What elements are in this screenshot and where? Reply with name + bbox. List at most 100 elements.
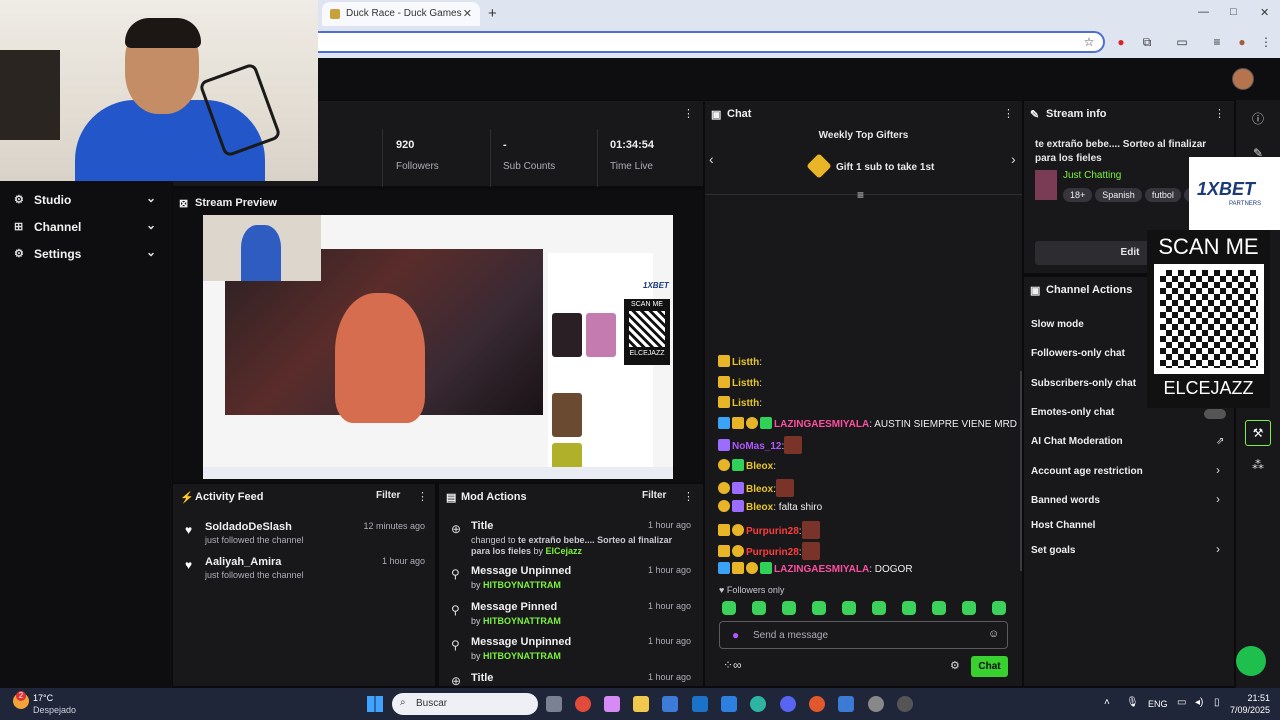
streamer-name: ELCEJAZZ — [1163, 378, 1254, 398]
external-link-icon[interactable]: ⇗ — [1216, 436, 1224, 447]
stat-sub-counts: - Sub Counts — [491, 129, 598, 187]
stream-preview-video[interactable]: SCAN ME ELCEJAZZ 1XBET — [203, 215, 673, 479]
stream-info-header: ✎ Stream info — [1024, 101, 1234, 127]
info-icon[interactable]: ⓘ — [1250, 110, 1266, 126]
list-item[interactable]: ♥ Aaliyah_Amira just followed the channe… — [173, 555, 435, 589]
task-view-icon[interactable] — [546, 696, 562, 712]
bookmark-star-icon[interactable]: ☆ — [1082, 35, 1096, 49]
action-slow-mode[interactable]: Slow mode — [1031, 319, 1084, 330]
app-icon[interactable] — [838, 696, 854, 712]
emoji-icon[interactable]: ☺ — [988, 628, 999, 640]
stat-followers: 920 Followers — [384, 129, 491, 187]
tab-close-icon[interactable]: ✕ — [463, 7, 472, 20]
action-followers-only[interactable]: Followers-only chat — [1031, 348, 1125, 359]
activity-filter-button[interactable]: Filter — [376, 490, 400, 501]
clock-time[interactable]: 21:51 — [1246, 693, 1270, 703]
chat-settings-icon[interactable]: ⚙ — [950, 659, 960, 672]
apps-icon[interactable]: ⁂ — [1250, 458, 1266, 474]
reading-list-icon[interactable]: ≡ — [1210, 35, 1224, 49]
more-options-icon[interactable]: ⋮ — [417, 490, 428, 503]
close-window-button[interactable]: ✕ — [1260, 6, 1269, 19]
file-explorer-icon[interactable] — [633, 696, 649, 712]
expand-icon[interactable]: ≡ — [857, 188, 864, 202]
gifters-prev-icon[interactable]: ‹ — [709, 151, 714, 167]
sidebar-item-channel[interactable]: ⊞ Channel ⌄ — [0, 214, 172, 240]
discord-icon[interactable] — [780, 696, 796, 712]
action-account-age[interactable]: Account age restriction — [1031, 466, 1143, 477]
browser-menu-icon[interactable]: ⋮ — [1259, 35, 1273, 49]
volume-icon[interactable]: ◂) — [1195, 697, 1203, 708]
chevron-right-icon: › — [1216, 492, 1220, 506]
copilot-icon[interactable] — [604, 696, 620, 712]
preview-taskbar — [203, 467, 673, 479]
gifters-next-icon[interactable]: › — [1011, 151, 1016, 167]
cast-icon[interactable]: ▭ — [1175, 35, 1189, 49]
battery-icon[interactable]: ▯ — [1214, 697, 1220, 708]
outlook-icon[interactable] — [692, 696, 708, 712]
mod-action-title: Message Unpinned — [471, 565, 572, 577]
chat-icon: ▣ — [1030, 285, 1041, 297]
minimize-button[interactable]: — — [1198, 6, 1209, 18]
dropbox-icon[interactable] — [721, 696, 737, 712]
taskbar-search[interactable]: ⌕ Buscar — [392, 693, 538, 715]
panel-title: Channel Actions — [1046, 284, 1133, 296]
stream-category[interactable]: Just Chatting — [1063, 170, 1121, 181]
title-change-icon: ⊕ — [451, 674, 462, 686]
points-icon[interactable]: ⁘∞ — [723, 658, 742, 672]
mic-tray-icon[interactable]: 🎙 — [1126, 697, 1139, 708]
action-subscribers-only[interactable]: Subscribers-only chat — [1031, 378, 1136, 389]
tray-chevron-icon[interactable]: ˄ — [1104, 697, 1110, 708]
sub-badge-icon — [760, 562, 772, 574]
heart-icon: ♥ — [185, 558, 193, 572]
chrome-icon[interactable] — [575, 696, 591, 712]
maximize-button[interactable]: □ — [1230, 6, 1237, 18]
preview-scan-overlay: SCAN ME ELCEJAZZ — [624, 299, 670, 365]
mic-icon[interactable]: ● — [732, 628, 739, 642]
clock-date[interactable]: 7/09/2025 — [1224, 705, 1270, 715]
user-avatar[interactable] — [1232, 68, 1254, 90]
panel-title: Stream info — [1046, 108, 1107, 120]
panel-title: Stream Preview — [195, 197, 277, 209]
profile-icon[interactable]: ● — [1235, 35, 1249, 49]
more-options-icon[interactable]: ⋮ — [1003, 107, 1014, 120]
extensions-icon[interactable]: ⧉ — [1140, 35, 1154, 49]
emote-bar[interactable] — [722, 601, 1022, 618]
store-icon[interactable] — [662, 696, 678, 712]
stat-value: 01:34:54 — [610, 139, 655, 151]
action-host-channel[interactable]: Host Channel — [1031, 520, 1095, 531]
preview-bet-logo: 1XBET — [643, 281, 669, 290]
more-options-icon[interactable]: ⋮ — [683, 490, 694, 503]
windows-start-icon[interactable] — [367, 696, 383, 712]
action-set-goals[interactable]: Set goals — [1031, 545, 1075, 556]
sidebar-item-label: Studio — [34, 193, 72, 207]
chat-input[interactable]: ● Send a message ☺ — [719, 621, 1008, 649]
chat-message: Listth: — [718, 396, 762, 409]
more-options-icon[interactable]: ⋮ — [1214, 107, 1225, 120]
new-tab-button[interactable]: + — [488, 5, 497, 22]
wrench-icon[interactable]: ⚒ — [1245, 420, 1271, 446]
chat-message: Purpurin28: — [718, 521, 820, 539]
action-emotes-only[interactable]: Emotes-only chat — [1031, 407, 1114, 418]
app-icon[interactable] — [809, 696, 825, 712]
list-item[interactable]: ♥ SoldadoDeSlash just followed the chann… — [173, 520, 435, 554]
app-icon[interactable] — [868, 696, 884, 712]
more-options-icon[interactable]: ⋮ — [683, 107, 694, 120]
emotes-only-toggle[interactable] — [1204, 409, 1226, 419]
address-bar[interactable] — [305, 31, 1105, 53]
preview-singer — [335, 293, 425, 423]
edge-icon[interactable] — [750, 696, 766, 712]
chat-message: LAZINGAESMIYALA: AUSTIN SIEMPRE VIENE MR… — [718, 417, 1017, 430]
action-ai-moderation[interactable]: AI Chat Moderation — [1031, 436, 1123, 447]
browser-tab[interactable]: Duck Race - Duck Games ✕ — [322, 2, 480, 26]
chat-scrollbar[interactable] — [1020, 371, 1022, 571]
opera-extension-icon[interactable]: ● — [1114, 35, 1128, 49]
network-icon[interactable]: ▭ — [1177, 697, 1186, 708]
support-chat-icon[interactable] — [1236, 646, 1266, 676]
obs-icon[interactable] — [897, 696, 913, 712]
send-chat-button[interactable]: Chat — [971, 656, 1008, 677]
sidebar-item-settings[interactable]: ⚙ Settings ⌄ — [0, 241, 172, 267]
mod-filter-button[interactable]: Filter — [642, 490, 666, 501]
sidebar-item-studio[interactable]: ⚙ Studio ⌄ — [0, 187, 172, 213]
action-banned-words[interactable]: Banned words — [1031, 495, 1100, 506]
language-indicator[interactable]: ENG — [1148, 699, 1168, 709]
